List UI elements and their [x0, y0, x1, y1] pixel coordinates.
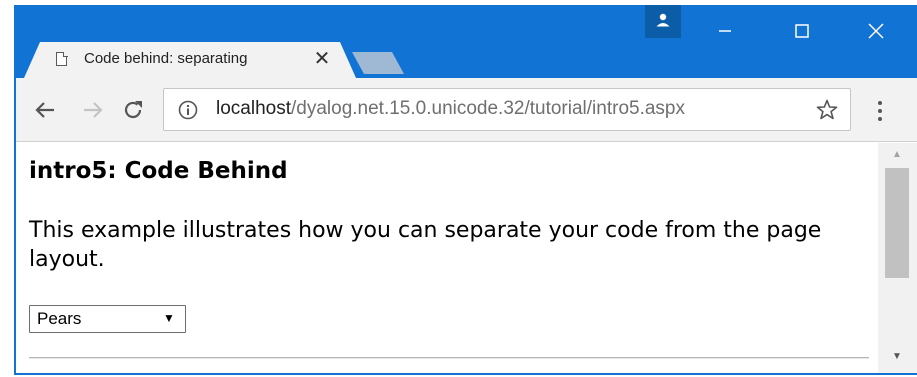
- tab-title: Code behind: separating: [84, 50, 248, 67]
- url-host: localhost: [216, 98, 291, 119]
- menu-button[interactable]: [868, 98, 892, 124]
- back-arrow-icon: [35, 102, 54, 118]
- menu-dot: [878, 117, 882, 121]
- bookmark-star-icon[interactable]: [815, 98, 839, 122]
- horizontal-rule: [29, 357, 869, 359]
- info-icon[interactable]: [177, 99, 199, 121]
- person-icon: [656, 13, 670, 27]
- back-button[interactable]: [30, 92, 60, 128]
- scroll-up-icon[interactable]: ▲: [888, 147, 906, 163]
- close-icon: [868, 23, 884, 39]
- forward-arrow-icon: [84, 102, 103, 118]
- document-icon: [56, 51, 68, 66]
- maximize-button[interactable]: [772, 5, 832, 41]
- tab-close-icon[interactable]: ✕: [312, 47, 332, 71]
- browser-window: Code behind: separating ✕ localhost/dyal…: [0, 0, 917, 377]
- page-heading: intro5: Code Behind: [29, 158, 288, 184]
- maximize-icon: [795, 24, 809, 38]
- close-window-button[interactable]: [846, 5, 906, 41]
- menu-dot: [878, 101, 882, 105]
- menu-dot: [878, 109, 882, 113]
- url-path: /dyalog.net.15.0.unicode.32/tutorial/int…: [291, 98, 685, 119]
- url-text[interactable]: localhost/dyalog.net.15.0.unicode.32/tut…: [216, 97, 796, 121]
- reload-icon: [124, 101, 142, 119]
- select-arrow-icon: ▼: [163, 311, 175, 325]
- minimize-button[interactable]: [695, 5, 755, 41]
- forward-button[interactable]: [78, 92, 108, 128]
- profile-button[interactable]: [645, 5, 681, 38]
- page-description: This example illustrates how you can sep…: [29, 218, 822, 272]
- minimize-icon: [719, 30, 731, 32]
- scrollbar-thumb[interactable]: [885, 168, 909, 278]
- reload-button[interactable]: [118, 92, 148, 128]
- scroll-down-icon[interactable]: ▼: [888, 349, 906, 365]
- fruit-select-value: Pears: [37, 309, 82, 328]
- tab-title-fade: [276, 48, 298, 72]
- window-frame-bottom: [14, 373, 917, 375]
